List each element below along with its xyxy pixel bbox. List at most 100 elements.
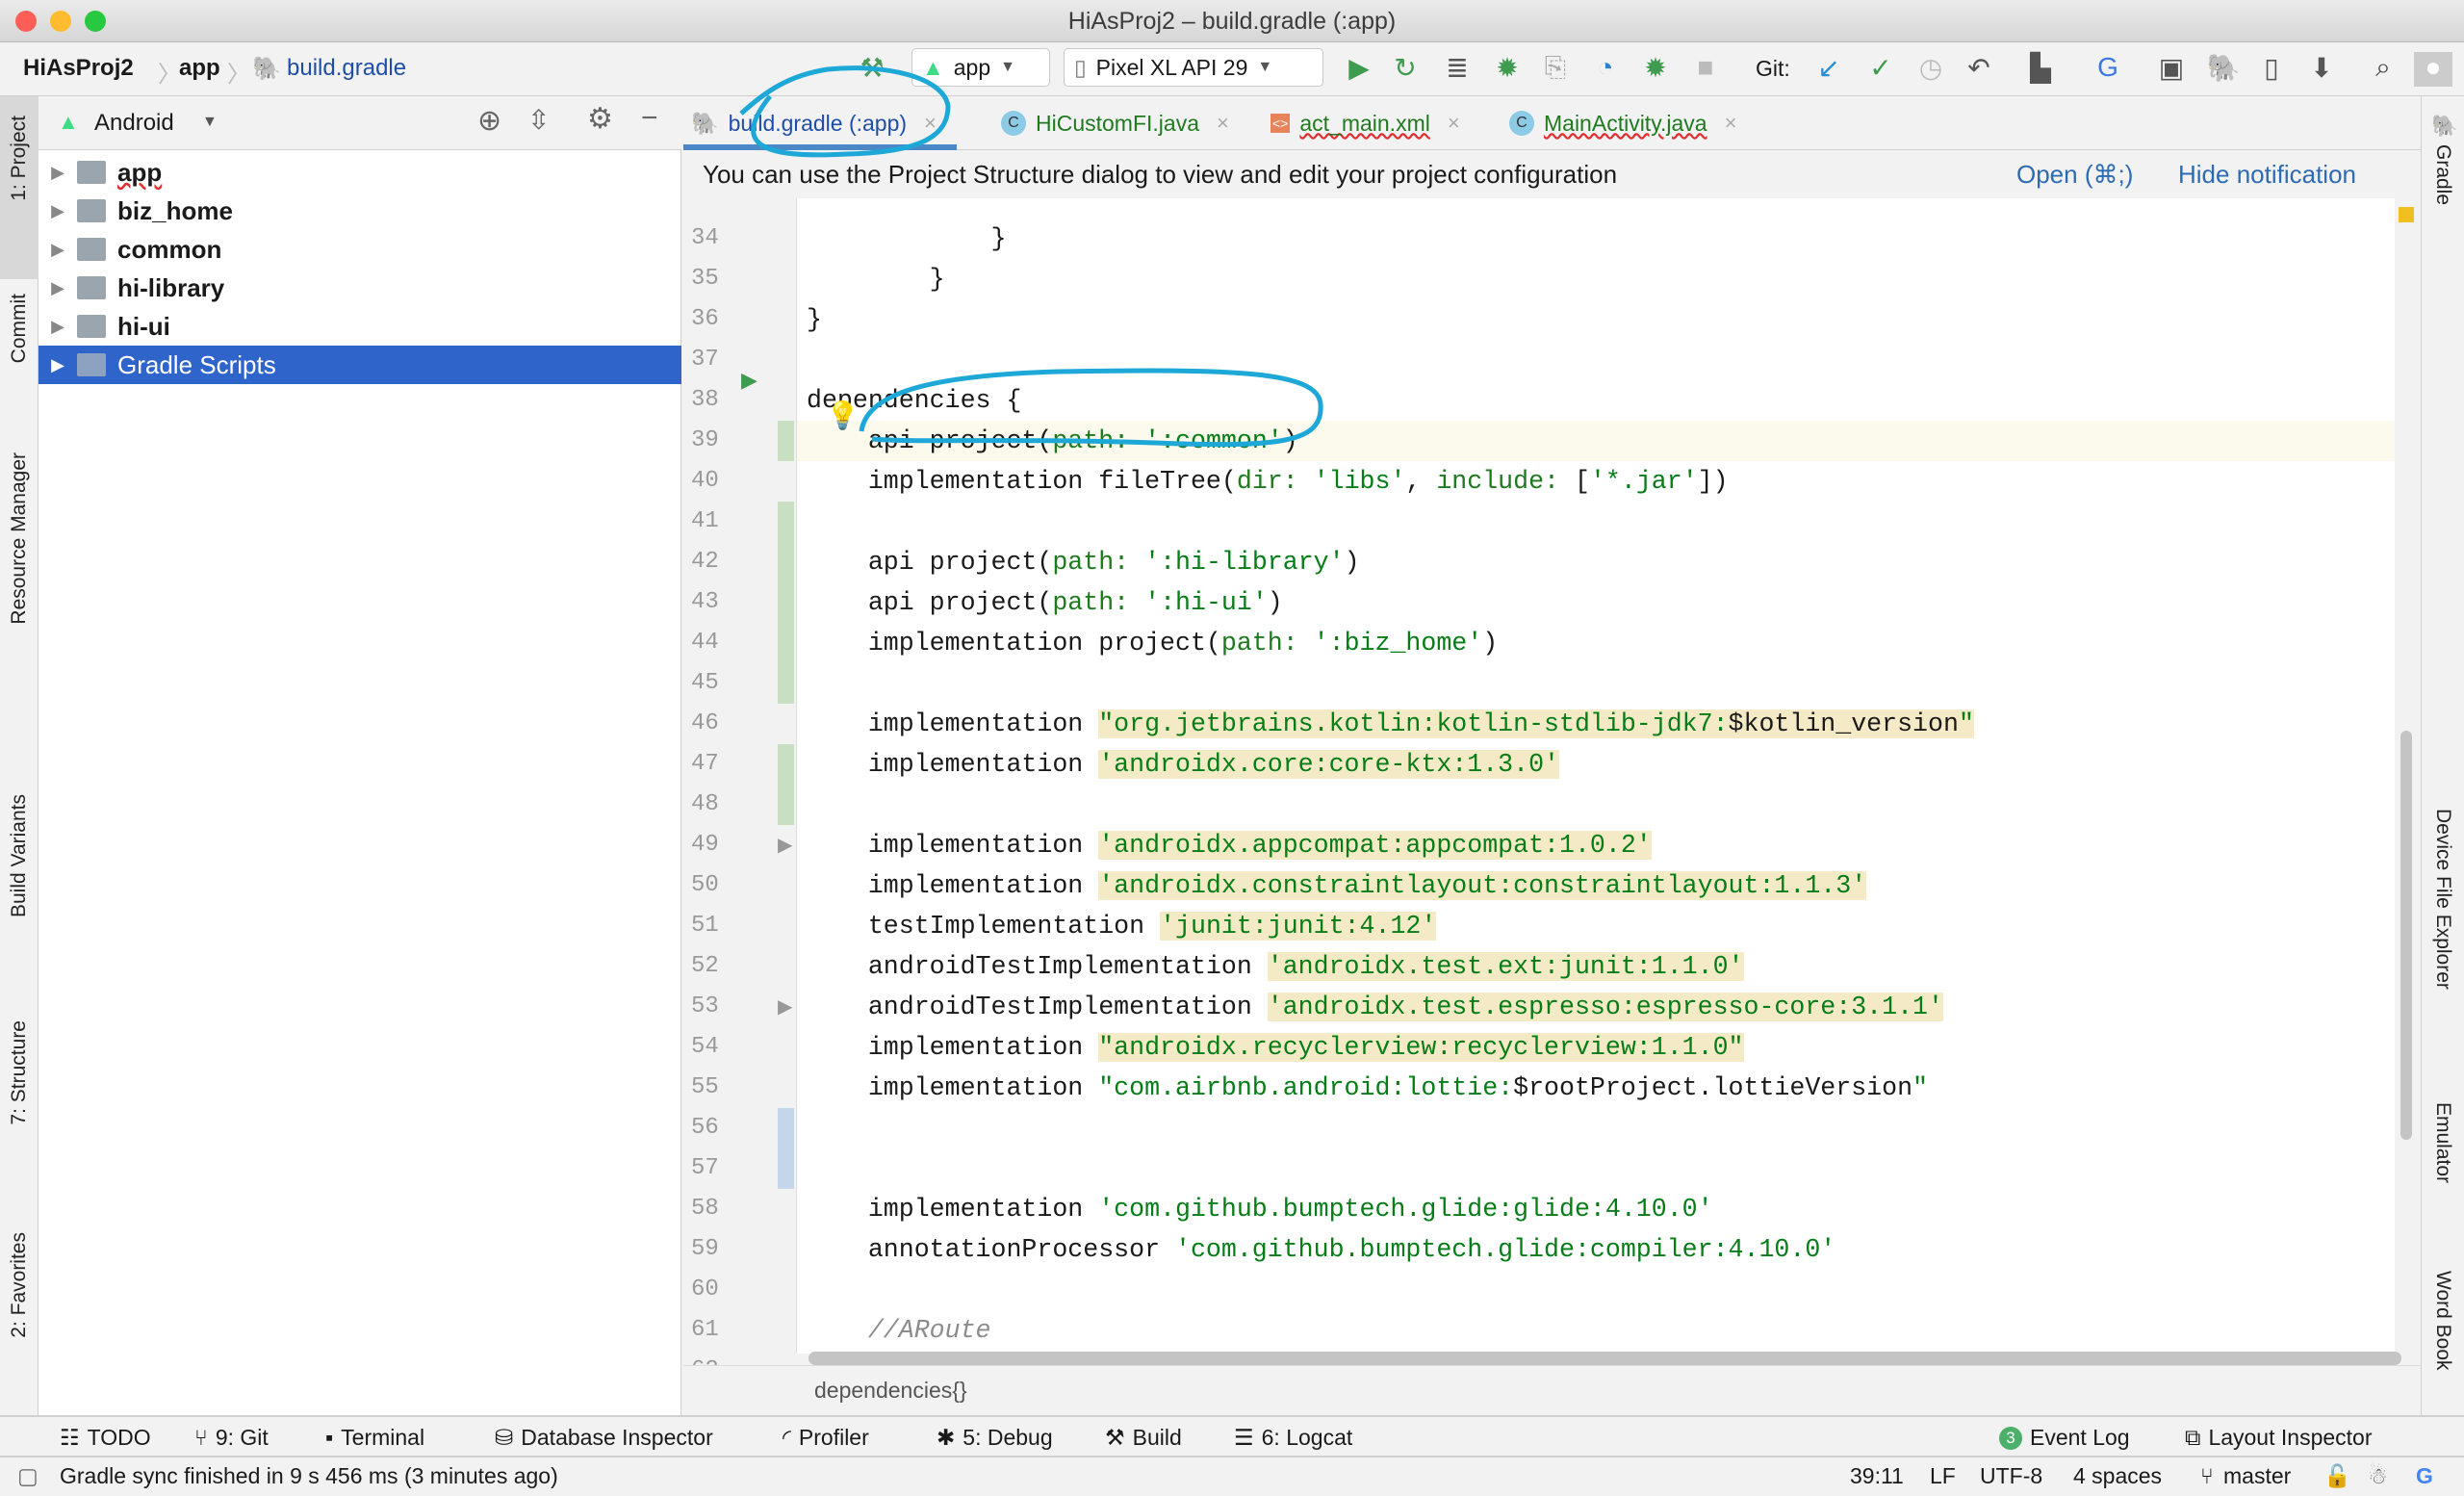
tree-item-gradle-scripts[interactable]: ▶ Gradle Scripts [38, 346, 681, 384]
horizontal-scrollbar[interactable] [808, 1352, 2401, 1365]
lightbulb-icon[interactable]: 💡 [826, 400, 860, 431]
collapse-all-icon[interactable]: ⇳ [527, 104, 550, 136]
code-line[interactable]: implementation fileTree(dir: 'libs', inc… [797, 461, 2395, 502]
code-line[interactable]: implementation 'androidx.core:core-ktx:1… [797, 744, 2395, 785]
tool-todo[interactable]: ☷ TODO [60, 1425, 151, 1451]
close-tab-icon[interactable]: × [1217, 111, 1229, 136]
change-marker-modified[interactable] [778, 1108, 794, 1148]
fold-arrow-icon[interactable]: ▶ [778, 833, 792, 857]
stripe-gradle[interactable]: Gradle [2431, 144, 2454, 205]
hammer-build-icon[interactable]: ⚒ [853, 52, 891, 84]
code-line[interactable]: implementation "org.jetbrains.kotlin:kot… [797, 704, 2395, 744]
code-line[interactable]: implementation 'androidx.constraintlayou… [797, 865, 2395, 906]
stripe-structure[interactable]: 7: Structure [8, 1020, 31, 1125]
rollback-icon[interactable]: ↶ [1960, 52, 1998, 84]
stop-icon[interactable]: ■ [1686, 52, 1725, 83]
stripe-device-file-explorer[interactable]: Device File Explorer [2431, 809, 2454, 990]
tool-debug[interactable]: ✱ 5: Debug [937, 1425, 1053, 1451]
breadcrumb-file[interactable]: build.gradle [287, 55, 406, 82]
lock-icon[interactable]: 🔓 [2323, 1463, 2351, 1489]
code-line[interactable]: dependencies { [797, 380, 2395, 421]
code-line[interactable] [797, 502, 2395, 542]
change-marker-added[interactable] [778, 502, 794, 542]
breadcrumb-module[interactable]: app [179, 55, 220, 82]
git-branch[interactable]: master [2223, 1463, 2291, 1489]
code-line[interactable] [797, 1148, 2395, 1189]
change-marker-added[interactable] [778, 744, 794, 785]
apply-changes-icon[interactable]: ↻ [1386, 52, 1424, 84]
expand-arrow-icon[interactable]: ▶ [38, 163, 77, 183]
caret-position[interactable]: 39:11 [1850, 1463, 1904, 1489]
attach-debug-icon[interactable]: ✹ [1636, 52, 1675, 84]
tool-git[interactable]: ⑂ 9: Git [194, 1425, 269, 1451]
change-marker-added[interactable] [778, 623, 794, 663]
search-icon[interactable]: ⌕ [2364, 52, 2402, 84]
project-structure-icon[interactable]: ▙ [2021, 52, 2060, 84]
code-line[interactable]: implementation 'com.github.bumptech.glid… [797, 1189, 2395, 1229]
tab-act-main[interactable]: <> act_main.xml × [1270, 96, 1460, 150]
vertical-scrollbar[interactable] [2400, 731, 2412, 1140]
code-line[interactable]: //ARoute [797, 1310, 2395, 1351]
change-marker-added[interactable] [778, 542, 794, 582]
hide-panel-icon[interactable]: − [641, 102, 658, 135]
gradle-sync-icon[interactable]: 🐘 [2204, 52, 2243, 84]
run-icon[interactable]: ▶ [1340, 52, 1378, 84]
sdk-manager-icon[interactable]: ⬇ [2302, 52, 2341, 84]
change-marker-added[interactable] [778, 663, 794, 704]
fold-arrow-icon[interactable]: ▶ [778, 994, 792, 1019]
status-message[interactable]: Gradle sync finished in 9 s 456 ms (3 mi… [60, 1463, 558, 1489]
close-tab-icon[interactable]: × [1448, 111, 1460, 136]
device-dropdown[interactable]: ▯ Pixel XL API 29 ▼ [1064, 48, 1323, 87]
run-gutter-icon[interactable]: ▶ [741, 368, 757, 393]
code-line[interactable] [797, 663, 2395, 704]
warning-indicator-icon[interactable] [2399, 207, 2414, 222]
code-line[interactable]: } [797, 259, 2395, 299]
tab-mainactivity[interactable]: C MainActivity.java × [1509, 96, 1736, 150]
expand-arrow-icon[interactable]: ▶ [38, 278, 77, 298]
apply-code-changes-icon[interactable]: ≣ [1438, 52, 1476, 84]
expand-arrow-icon[interactable]: ▶ [38, 355, 77, 375]
code-line[interactable]: implementation project(path: ':biz_home'… [797, 623, 2395, 663]
code-line[interactable]: } [797, 299, 2395, 340]
stripe-emulator[interactable]: Emulator [2431, 1102, 2454, 1183]
toggle-tool-windows-icon[interactable]: ▢ [17, 1463, 38, 1489]
code-line[interactable] [797, 1108, 2395, 1148]
change-marker-added[interactable] [778, 582, 794, 623]
code-line[interactable] [797, 785, 2395, 825]
git-commit-icon[interactable]: ✓ [1861, 52, 1900, 84]
code-line[interactable]: androidTestImplementation 'androidx.test… [797, 946, 2395, 987]
tool-build[interactable]: ⚒ Build [1105, 1425, 1182, 1451]
tree-item-hi-ui[interactable]: ▶ hi-ui [38, 307, 681, 346]
tree-item-common[interactable]: ▶ common [38, 230, 681, 269]
close-tab-icon[interactable]: × [1725, 111, 1737, 136]
expand-arrow-icon[interactable]: ▶ [38, 240, 77, 260]
stripe-build-variants[interactable]: Build Variants [8, 794, 31, 917]
tree-item-hi-library[interactable]: ▶ hi-library [38, 269, 681, 307]
gear-icon[interactable]: ⚙ [587, 102, 613, 136]
indent-setting[interactable]: 4 spaces [2073, 1463, 2162, 1489]
tool-profiler[interactable]: ◜ Profiler [783, 1425, 869, 1451]
stripe-word-book[interactable]: Word Book [2431, 1271, 2454, 1371]
editor-breadcrumb[interactable]: dependencies{} [814, 1378, 967, 1404]
attach-debugger-icon[interactable]: ⎘ [1536, 52, 1575, 84]
translate-icon[interactable]: G [2089, 52, 2127, 83]
change-marker-added[interactable] [778, 785, 794, 825]
project-view-dropdown[interactable]: Android [94, 110, 174, 137]
code-line[interactable]: implementation 'androidx.appcompat:appco… [797, 825, 2395, 865]
code-line[interactable]: api project(path: ':hi-ui') [797, 582, 2395, 623]
tool-database-inspector[interactable]: ⛁ Database Inspector [495, 1425, 713, 1451]
change-marker-modified[interactable] [778, 1148, 794, 1189]
stripe-project[interactable]: 1: Project [8, 116, 31, 201]
expand-arrow-icon[interactable]: ▶ [38, 201, 77, 221]
chevron-down-icon[interactable]: ▼ [202, 114, 218, 131]
code-line[interactable]: androidTestImplementation 'androidx.test… [797, 987, 2395, 1027]
device-manager-icon[interactable]: ▯ [2252, 52, 2291, 84]
git-history-icon[interactable]: ◷ [1912, 52, 1950, 84]
profile-icon[interactable]: ◔ [1586, 52, 1625, 83]
change-marker-added[interactable] [778, 421, 794, 461]
tool-terminal[interactable]: ▪ Terminal [325, 1425, 424, 1451]
tool-event-log[interactable]: 3 Event Log [1999, 1425, 2130, 1451]
open-project-structure-link[interactable]: Open (⌘;) [2016, 150, 2133, 198]
expand-arrow-icon[interactable]: ▶ [38, 317, 77, 337]
tab-build-gradle[interactable]: 🐘 build.gradle (:app) × [691, 96, 937, 150]
